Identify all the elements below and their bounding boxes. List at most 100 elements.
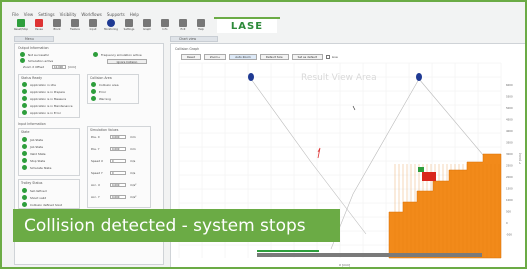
status-led	[20, 52, 25, 57]
status-led	[22, 110, 27, 115]
tab-chart-view[interactable]: Chart view	[170, 36, 218, 42]
status-led	[22, 188, 27, 193]
menu-file[interactable]: File	[12, 12, 19, 17]
y-tick-label: 5000	[506, 106, 513, 110]
sim-value-field[interactable]: 0.000	[110, 183, 126, 187]
sim-value-field[interactable]: 0	[110, 171, 126, 175]
sim-row-label: Speed X	[91, 159, 103, 163]
input-item-label: Job State	[30, 137, 44, 142]
baseline-green	[257, 250, 319, 252]
status-led	[22, 96, 27, 101]
menu-settings[interactable]: Settings	[38, 12, 54, 17]
simulation-title: Simulation Values	[90, 128, 119, 132]
menu-supports[interactable]: Supports	[107, 12, 125, 17]
status-item-label: Application is in Measure	[30, 96, 67, 101]
status-item: Application is in Measure	[22, 96, 66, 101]
sim-value-field[interactable]: 0.000	[110, 135, 126, 139]
toolbar-button-graph[interactable]: Graph	[140, 19, 154, 35]
sim-row-unit: mm	[130, 147, 136, 151]
status-item-label: Application is in Maintenance	[30, 103, 73, 108]
toolbar-button-reset-stop[interactable]: Reset/Stop	[14, 19, 28, 35]
input-item-label: Valid State	[30, 151, 46, 156]
cursor-marker	[352, 105, 356, 111]
sim-label: Pos. Y	[91, 147, 100, 151]
toolbar-button-feature[interactable]: Feature	[68, 19, 82, 35]
y-tick-label: 5500	[506, 95, 513, 99]
input-icon	[89, 19, 97, 27]
toolbar-button-block[interactable]: Block	[50, 19, 64, 35]
tab-menu[interactable]: Menu	[14, 36, 54, 42]
input-item: Stop State	[22, 158, 45, 163]
y-tick-label: 2000	[506, 175, 513, 179]
output-item-frequency: Frequency simulation active	[93, 52, 142, 57]
status-led	[22, 89, 27, 94]
zoom-unit-row: [mm]	[68, 65, 76, 69]
sim-value-field[interactable]: 0.000	[110, 147, 126, 151]
trolley-item: Collision defined hoist	[22, 202, 62, 207]
input-item: Valid State	[22, 151, 46, 156]
toolbar-button-label: Settings	[123, 28, 135, 31]
output-item-not-successful: Not successful	[20, 52, 49, 57]
output-item-label: Frequency simulation active	[101, 52, 142, 57]
status-led	[22, 137, 27, 142]
collision-title: Collision Area	[90, 76, 112, 80]
info-icon	[161, 19, 169, 27]
output-info-title: Output Information	[18, 46, 49, 50]
settings-icon	[125, 19, 133, 27]
sim-label: Acc. X	[91, 183, 100, 187]
sim-row-label: Acc. X	[91, 183, 100, 187]
toolbar-button-label: Reset/Stop	[13, 28, 29, 31]
toolbar-button-exit[interactable]: Exit	[176, 19, 190, 35]
y-tick-label: -500	[506, 233, 512, 237]
toolbar-button-pause[interactable]: Pause	[32, 19, 46, 35]
y-tick-label: 4500	[506, 118, 513, 122]
collision-item-label: Error	[99, 89, 107, 94]
y-tick-label: 3500	[506, 141, 513, 145]
trolley-marker	[416, 73, 422, 81]
toolbar-button-settings[interactable]: Settings	[122, 19, 136, 35]
toolbar-button-monitoring[interactable]: Monitoring	[104, 19, 118, 35]
toolbar-button-info[interactable]: Info	[158, 19, 172, 35]
sim-label: Acc. Y	[91, 195, 100, 199]
menu-bar: File View Settings Visibility Workflows …	[12, 10, 139, 18]
brand-logo: LASE	[217, 19, 277, 33]
menu-visibility[interactable]: Visibility	[60, 12, 77, 17]
collision-group: Collision Area Collision area Error Warn…	[87, 74, 139, 104]
toolbar-button-label: Help	[198, 28, 204, 31]
input-state-group: State Job State Job State Valid State St…	[18, 128, 80, 176]
status-item: Application is in Prepare	[22, 89, 65, 94]
sim-unit: mm	[130, 147, 136, 151]
sim-label: Pos. X	[91, 135, 100, 139]
menu-workflows[interactable]: Workflows	[81, 12, 101, 17]
toolbar-button-label: Info	[162, 28, 168, 31]
sim-value-field[interactable]: 0.000	[110, 195, 126, 199]
toolbar-button-help[interactable]: Help	[194, 19, 208, 35]
status-item: Application is in Maintenance	[22, 103, 72, 108]
sim-row-unit: m/s	[130, 171, 135, 175]
status-item: Application is in Error	[22, 110, 61, 115]
status-item-label: Application in idle	[30, 82, 56, 87]
sim-row-label: Pos. Y	[91, 147, 100, 151]
collision-item-label: Collision area	[99, 82, 119, 87]
zoom-unit-label: [mm]	[68, 65, 76, 69]
chart-watermark: Result View Area	[301, 73, 377, 83]
tab-chart-view-label: Chart view	[179, 37, 197, 41]
graph-icon	[143, 19, 151, 27]
trolley-item-label: Shoot valid	[30, 195, 47, 200]
toolbar: Reset/Stop Pause Block Feature Input Monitori…	[14, 19, 208, 36]
menu-help[interactable]: Help	[130, 12, 139, 17]
menu-view[interactable]: View	[24, 12, 34, 17]
y-tick-label: 3000	[506, 152, 513, 156]
collision-item: Error	[91, 89, 106, 94]
ignore-collision-button[interactable]: Ignore Collision	[107, 59, 147, 64]
trolley-item: Set defined	[22, 188, 47, 193]
sim-label: Speed Y	[91, 171, 103, 175]
status-group: Status Ready Application in idle Applica…	[18, 74, 80, 118]
sim-value-field[interactable]: 0	[110, 159, 126, 163]
trolley-marker	[248, 73, 254, 81]
toolbar-button-input[interactable]: Input	[86, 19, 100, 35]
zoom-offset-input[interactable]: 10.000	[52, 65, 66, 69]
input-item-label: Job State	[30, 144, 44, 149]
sim-unit: mm	[130, 135, 136, 139]
output-item-label: Simulation active	[28, 58, 54, 63]
